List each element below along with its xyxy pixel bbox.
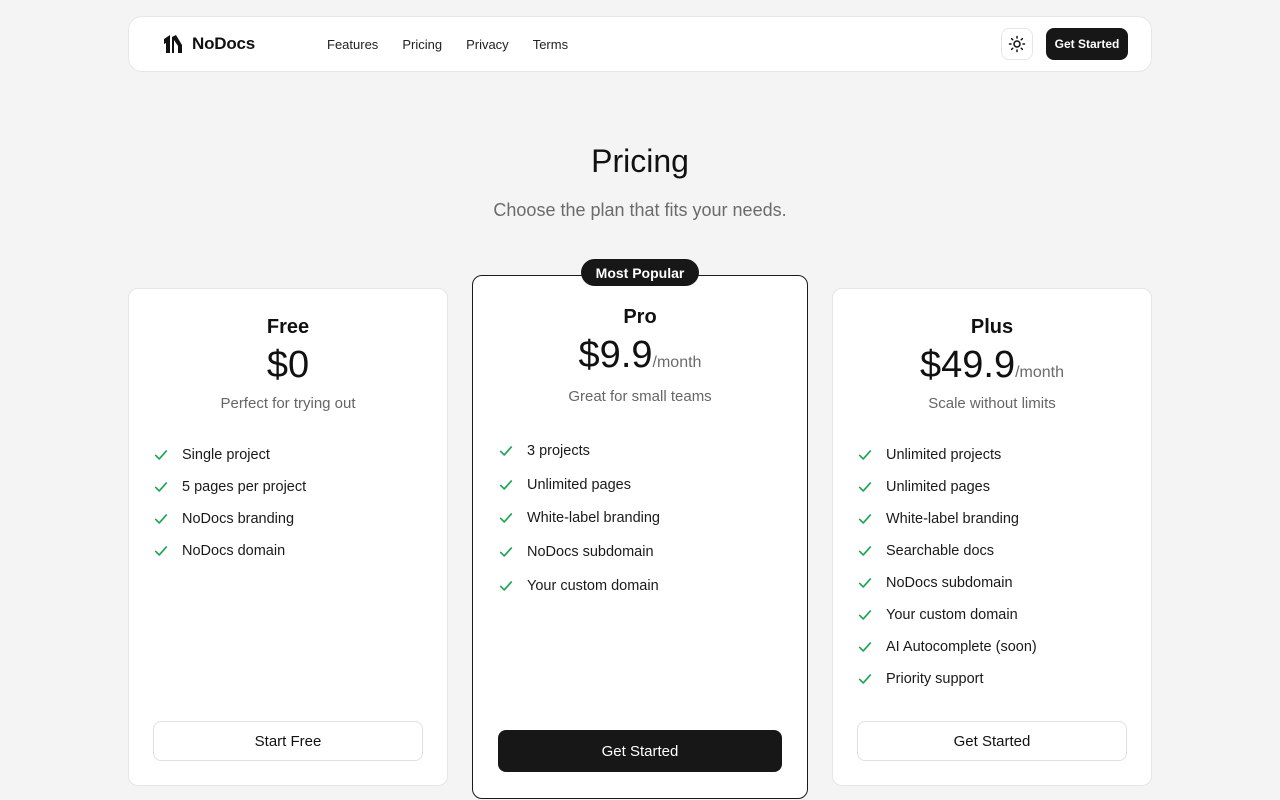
brand-name: NoDocs (192, 34, 256, 53)
plan-description: Great for small teams (568, 388, 712, 405)
check-icon (858, 642, 872, 652)
plan-feature: 3 projects (499, 434, 660, 468)
plan-price-row: $9.9/month (473, 334, 807, 377)
plan-feature-list: Unlimited projects Unlimited pages White… (858, 439, 1037, 695)
plan-feature: NoDocs subdomain (499, 535, 660, 569)
plus-get-started-button[interactable]: Get Started (857, 721, 1127, 761)
page-title: Pricing (591, 143, 689, 179)
plan-card-plus: Plus $49.9/month Scale without limits Un… (832, 288, 1152, 786)
check-icon (154, 450, 168, 460)
check-icon (858, 674, 872, 684)
sun-icon (1008, 35, 1026, 53)
check-icon (154, 514, 168, 524)
check-icon (499, 580, 513, 591)
check-icon (154, 546, 168, 556)
plan-feature-text: Single project (182, 447, 270, 463)
plan-card-pro: Pro $9.9/month Great for small teams 3 p… (472, 275, 808, 799)
nav-links: Features Pricing Privacy Terms (327, 17, 568, 71)
check-icon (858, 450, 872, 460)
plan-feature-text: Unlimited pages (527, 476, 631, 493)
check-icon (499, 446, 513, 456)
nav-link-pricing[interactable]: Pricing (402, 37, 442, 52)
nav-link-features[interactable]: Features (327, 37, 378, 52)
plan-price: $49.9 (919, 344, 1016, 386)
plan-feature-text: Your custom domain (886, 607, 1018, 623)
plan-feature-text: Searchable docs (886, 543, 995, 559)
plan-price-row: $49.9/month (833, 344, 1151, 387)
nav-link-privacy[interactable]: Privacy (466, 37, 509, 52)
plan-description: Perfect for trying out (220, 395, 356, 412)
check-icon (499, 513, 513, 524)
plan-feature: Your custom domain (858, 599, 1037, 631)
check-icon (499, 479, 513, 490)
page-subtitle: Choose the plan that fits your needs. (493, 200, 787, 220)
check-icon (858, 482, 872, 492)
plan-feature-text: 5 pages per project (182, 479, 307, 495)
plan-feature-text: Unlimited pages (886, 479, 990, 495)
plan-name: Pro (623, 306, 657, 328)
plan-feature-text: NoDocs subdomain (527, 543, 654, 560)
plan-feature: Single project (154, 439, 306, 471)
plan-feature: White-label branding (858, 503, 1037, 535)
plan-price: $0 (266, 344, 310, 386)
plan-feature: AI Autocomplete (soon) (858, 631, 1037, 663)
plan-feature-text: 3 projects (527, 442, 590, 459)
plan-feature-list: Single project 5 pages per project NoDoc… (154, 439, 306, 567)
nav-link-terms[interactable]: Terms (533, 37, 568, 52)
check-icon (858, 514, 872, 524)
most-popular-badge: Most Popular (581, 259, 699, 286)
top-navbar: NoDocs Features Pricing Privacy Terms Ge… (128, 16, 1152, 72)
plan-feature-text: Unlimited projects (886, 447, 1002, 463)
check-icon (499, 547, 513, 557)
plan-name: Free (266, 316, 310, 338)
plan-feature-text: Priority support (886, 671, 984, 687)
check-icon (858, 610, 872, 620)
plan-feature: Your custom domain (499, 569, 660, 603)
start-free-button[interactable]: Start Free (153, 721, 423, 761)
plan-feature-text: NoDocs branding (182, 511, 295, 527)
plan-feature: White-label branding (499, 501, 660, 535)
check-icon (154, 482, 168, 492)
check-icon (858, 578, 872, 588)
plan-feature-text: AI Autocomplete (soon) (886, 639, 1037, 655)
nodocs-logo-icon (164, 35, 182, 53)
theme-toggle-button[interactable] (1001, 28, 1033, 60)
check-icon (858, 546, 872, 556)
plan-feature: Searchable docs (858, 535, 1037, 567)
plan-card-free: Free $0 Perfect for trying out Single pr… (128, 288, 448, 786)
plan-feature: NoDocs domain (154, 535, 306, 567)
plan-period: /month (1015, 364, 1064, 381)
plan-description: Scale without limits (928, 395, 1056, 412)
plan-name: Plus (970, 316, 1014, 338)
nav-get-started-button[interactable]: Get Started (1046, 28, 1128, 60)
plan-price: $9.9 (578, 334, 653, 376)
pro-get-started-button[interactable]: Get Started (498, 730, 782, 772)
plan-feature-list: 3 projects Unlimited pages White-label b… (499, 434, 660, 602)
plan-feature-text: White-label branding (527, 510, 660, 527)
plan-feature: NoDocs branding (154, 503, 306, 535)
plan-period: /month (652, 354, 702, 371)
plan-feature: Unlimited pages (499, 468, 660, 502)
plan-feature: NoDocs subdomain (858, 567, 1037, 599)
plan-feature: Unlimited pages (858, 471, 1037, 503)
plan-feature-text: NoDocs subdomain (886, 575, 1013, 591)
plan-feature: 5 pages per project (154, 471, 306, 503)
plan-price-row: $0 (129, 344, 447, 387)
plan-feature-text: Your custom domain (527, 577, 659, 594)
plan-feature-text: NoDocs domain (182, 543, 286, 559)
brand-link[interactable]: NoDocs (162, 17, 255, 71)
plan-feature: Unlimited projects (858, 439, 1037, 471)
plan-feature-text: White-label branding (886, 511, 1019, 527)
plan-feature: Priority support (858, 663, 1037, 695)
